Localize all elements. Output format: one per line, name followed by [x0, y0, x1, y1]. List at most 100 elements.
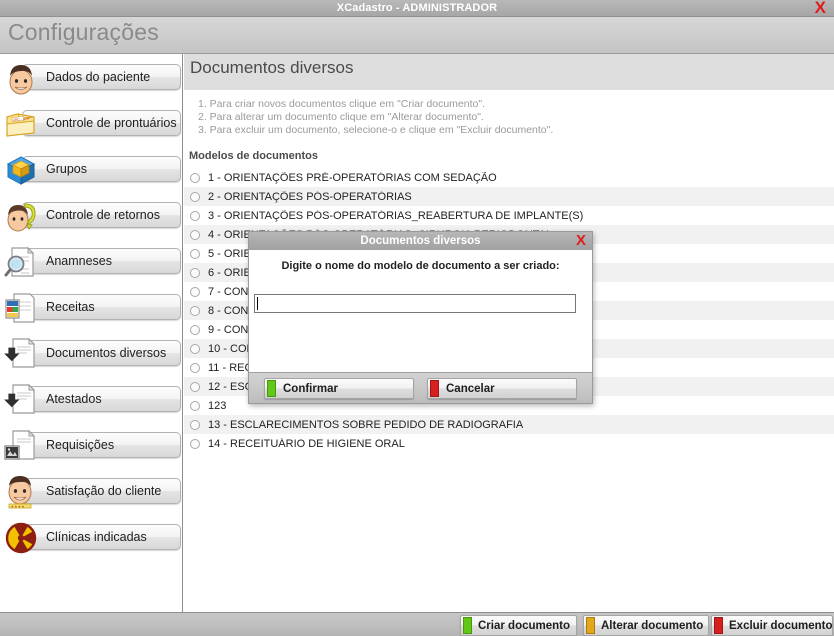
red-swatch-icon: [430, 380, 439, 397]
button-label: Criar documento: [478, 619, 571, 632]
sidebar-button[interactable]: Receitas: [22, 294, 181, 320]
sidebar-item-label: Controle de retornos: [46, 208, 160, 222]
radio-button[interactable]: [190, 381, 200, 392]
sidebar-item-dados-do-paciente[interactable]: Dados do paciente: [0, 56, 183, 102]
create-document-dialog: Documentos diversos X Digite o nome do m…: [248, 231, 593, 404]
document-list-item[interactable]: 14 - RECEITUÁRIO DE HIGIENE ORAL: [184, 434, 834, 453]
bottom-toolbar: Criar documento Alterar documento Exclui…: [0, 612, 834, 636]
models-section-label: Modelos de documentos: [189, 150, 318, 162]
radio-button[interactable]: [190, 172, 200, 183]
sidebar-item-anamneses[interactable]: Anamneses: [0, 240, 183, 286]
radio-button[interactable]: [190, 343, 200, 354]
application-window: XCadastro - ADMINISTRADOR X Configuraçõe…: [0, 0, 834, 636]
sidebar-item-atestados[interactable]: Atestados: [0, 378, 183, 424]
sidebar-button[interactable]: Grupos: [22, 156, 181, 182]
sidebar-item-satisfacao-do-cliente[interactable]: ★ ★ ★ ★ Satisfação do cliente: [0, 470, 183, 516]
dialog-prompt: Digite o nome do modelo de documento a s…: [281, 260, 560, 272]
document-list-item-label: 11 - REC: [208, 361, 253, 374]
sidebar-item-label: Grupos: [46, 162, 87, 176]
alterar-documento-button[interactable]: Alterar documento: [583, 615, 709, 636]
sidebar-item-label: Clínicas indicadas: [46, 530, 147, 544]
confirmar-button[interactable]: Confirmar: [264, 378, 414, 399]
document-list-item-label: 7 - CON: [208, 285, 249, 298]
radio-button[interactable]: [190, 438, 200, 449]
radio-button[interactable]: [190, 419, 200, 430]
radio-button[interactable]: [190, 286, 200, 297]
content-header: Documentos diversos: [184, 54, 834, 90]
sidebar-item-requisicoes[interactable]: Requisições: [0, 424, 183, 470]
document-list-item-label: 14 - RECEITUÁRIO DE HIGIENE ORAL: [208, 437, 405, 450]
document-list-item-label: 6 - ORIE: [208, 266, 251, 279]
sidebar-button[interactable]: Anamneses: [22, 248, 181, 274]
document-list-item-label: 3 - ORIENTAÇÕES PÓS-OPERATÓRIAS_REABERTU…: [208, 209, 584, 222]
radio-button[interactable]: [190, 305, 200, 316]
sidebar-item-label: Dados do paciente: [46, 70, 151, 84]
sidebar-button[interactable]: Controle de retornos: [22, 202, 181, 228]
content-title: Documentos diversos: [190, 58, 354, 77]
button-label: Alterar documento: [601, 619, 704, 632]
sidebar: Dados do paciente ABC - 1234 Controle de…: [0, 54, 183, 612]
sidebar-item-documentos-diversos[interactable]: Documentos diversos: [0, 332, 183, 378]
sidebar-item-label: Atestados: [46, 392, 102, 406]
document-list-item[interactable]: 3 - ORIENTAÇÕES PÓS-OPERATÓRIAS_REABERTU…: [184, 206, 834, 225]
dialog-title: Documentos diversos: [360, 235, 481, 247]
green-swatch-icon: [267, 380, 276, 397]
radio-button[interactable]: [190, 324, 200, 335]
document-list-item[interactable]: 13 - ESCLARECIMENTOS SOBRE PEDIDO DE RAD…: [184, 415, 834, 434]
radio-button[interactable]: [190, 229, 200, 240]
document-list-item-label: 2 - ORIENTAÇÕES PÓS-OPERATÓRIAS: [208, 190, 412, 203]
sidebar-item-label: Requisições: [46, 438, 115, 452]
sidebar-item-receitas[interactable]: Receitas: [0, 286, 183, 332]
close-icon[interactable]: X: [815, 0, 826, 17]
radio-button[interactable]: [190, 362, 200, 373]
sidebar-button[interactable]: Atestados: [22, 386, 181, 412]
document-list-item-label: 13 - ESCLARECIMENTOS SOBRE PEDIDO DE RAD…: [208, 418, 524, 431]
document-list-item-label: 9 - CON: [208, 323, 249, 336]
radio-button[interactable]: [190, 248, 200, 259]
sidebar-button[interactable]: Clínicas indicadas: [22, 524, 181, 550]
document-list-item[interactable]: 2 - ORIENTAÇÕES PÓS-OPERATÓRIAS: [184, 187, 834, 206]
sidebar-button[interactable]: Controle de prontuários: [22, 110, 181, 136]
criar-documento-button[interactable]: Criar documento: [460, 615, 577, 636]
instruction-line: 1. Para criar novos documentos clique em…: [198, 98, 486, 110]
dialog-titlebar: Documentos diversos X: [249, 232, 592, 250]
document-list-item-label: 12 - ESC: [208, 380, 253, 393]
document-list-item-label: 1 - ORIENTAÇÕES PRÉ-OPERATÓRIAS COM SEDA…: [208, 171, 497, 184]
svg-text:★ ★ ★ ★: ★ ★ ★ ★: [11, 504, 25, 508]
sidebar-item-clinicas-indicadas[interactable]: Clínicas indicadas: [0, 516, 183, 562]
radio-button[interactable]: [190, 267, 200, 278]
excluir-documento-button[interactable]: Excluir documento: [711, 615, 833, 636]
instructions-block: 1. Para criar novos documentos clique em…: [184, 98, 834, 137]
sidebar-button[interactable]: Satisfação do cliente: [22, 478, 181, 504]
sidebar-item-label: Satisfação do cliente: [46, 484, 162, 498]
document-name-input[interactable]: [254, 294, 576, 313]
instruction-line: 3. Para excluir um documento, selecione-…: [198, 124, 554, 136]
cancelar-button[interactable]: Cancelar: [427, 378, 577, 399]
dialog-footer: Confirmar Cancelar: [249, 372, 592, 403]
close-icon[interactable]: X: [576, 231, 586, 250]
window-titlebar: XCadastro - ADMINISTRADOR X: [0, 0, 834, 17]
window-title: XCadastro - ADMINISTRADOR: [336, 1, 498, 14]
sidebar-item-controle-de-prontuarios[interactable]: ABC - 1234 Controle de prontuários: [0, 102, 183, 148]
document-list-item-label: 8 - CON: [208, 304, 249, 317]
text-caret: [257, 297, 258, 310]
document-list-item[interactable]: 1 - ORIENTAÇÕES PRÉ-OPERATÓRIAS COM SEDA…: [184, 168, 834, 187]
radio-button[interactable]: [190, 400, 200, 411]
document-list-item-label: 5 - ORIE: [208, 247, 251, 260]
instruction-line: 2. Para alterar um documento clique em "…: [198, 111, 484, 123]
sidebar-button[interactable]: Documentos diversos: [22, 340, 181, 366]
orange-swatch-icon: [586, 617, 595, 634]
document-list-item-label: 123: [208, 399, 227, 412]
radio-button[interactable]: [190, 210, 200, 221]
radio-button[interactable]: [190, 191, 200, 202]
page-title: Configurações: [8, 19, 159, 45]
sidebar-item-label: Controle de prontuários: [46, 116, 177, 130]
sidebar-item-controle-de-retornos[interactable]: Controle de retornos: [0, 194, 183, 240]
app-header: Configurações: [0, 17, 834, 54]
sidebar-button[interactable]: Dados do paciente: [22, 64, 181, 90]
sidebar-item-grupos[interactable]: Grupos: [0, 148, 183, 194]
sidebar-button[interactable]: Requisições: [22, 432, 181, 458]
button-label: Confirmar: [283, 382, 338, 395]
sidebar-item-label: Documentos diversos: [46, 346, 167, 360]
red-swatch-icon: [714, 617, 723, 634]
